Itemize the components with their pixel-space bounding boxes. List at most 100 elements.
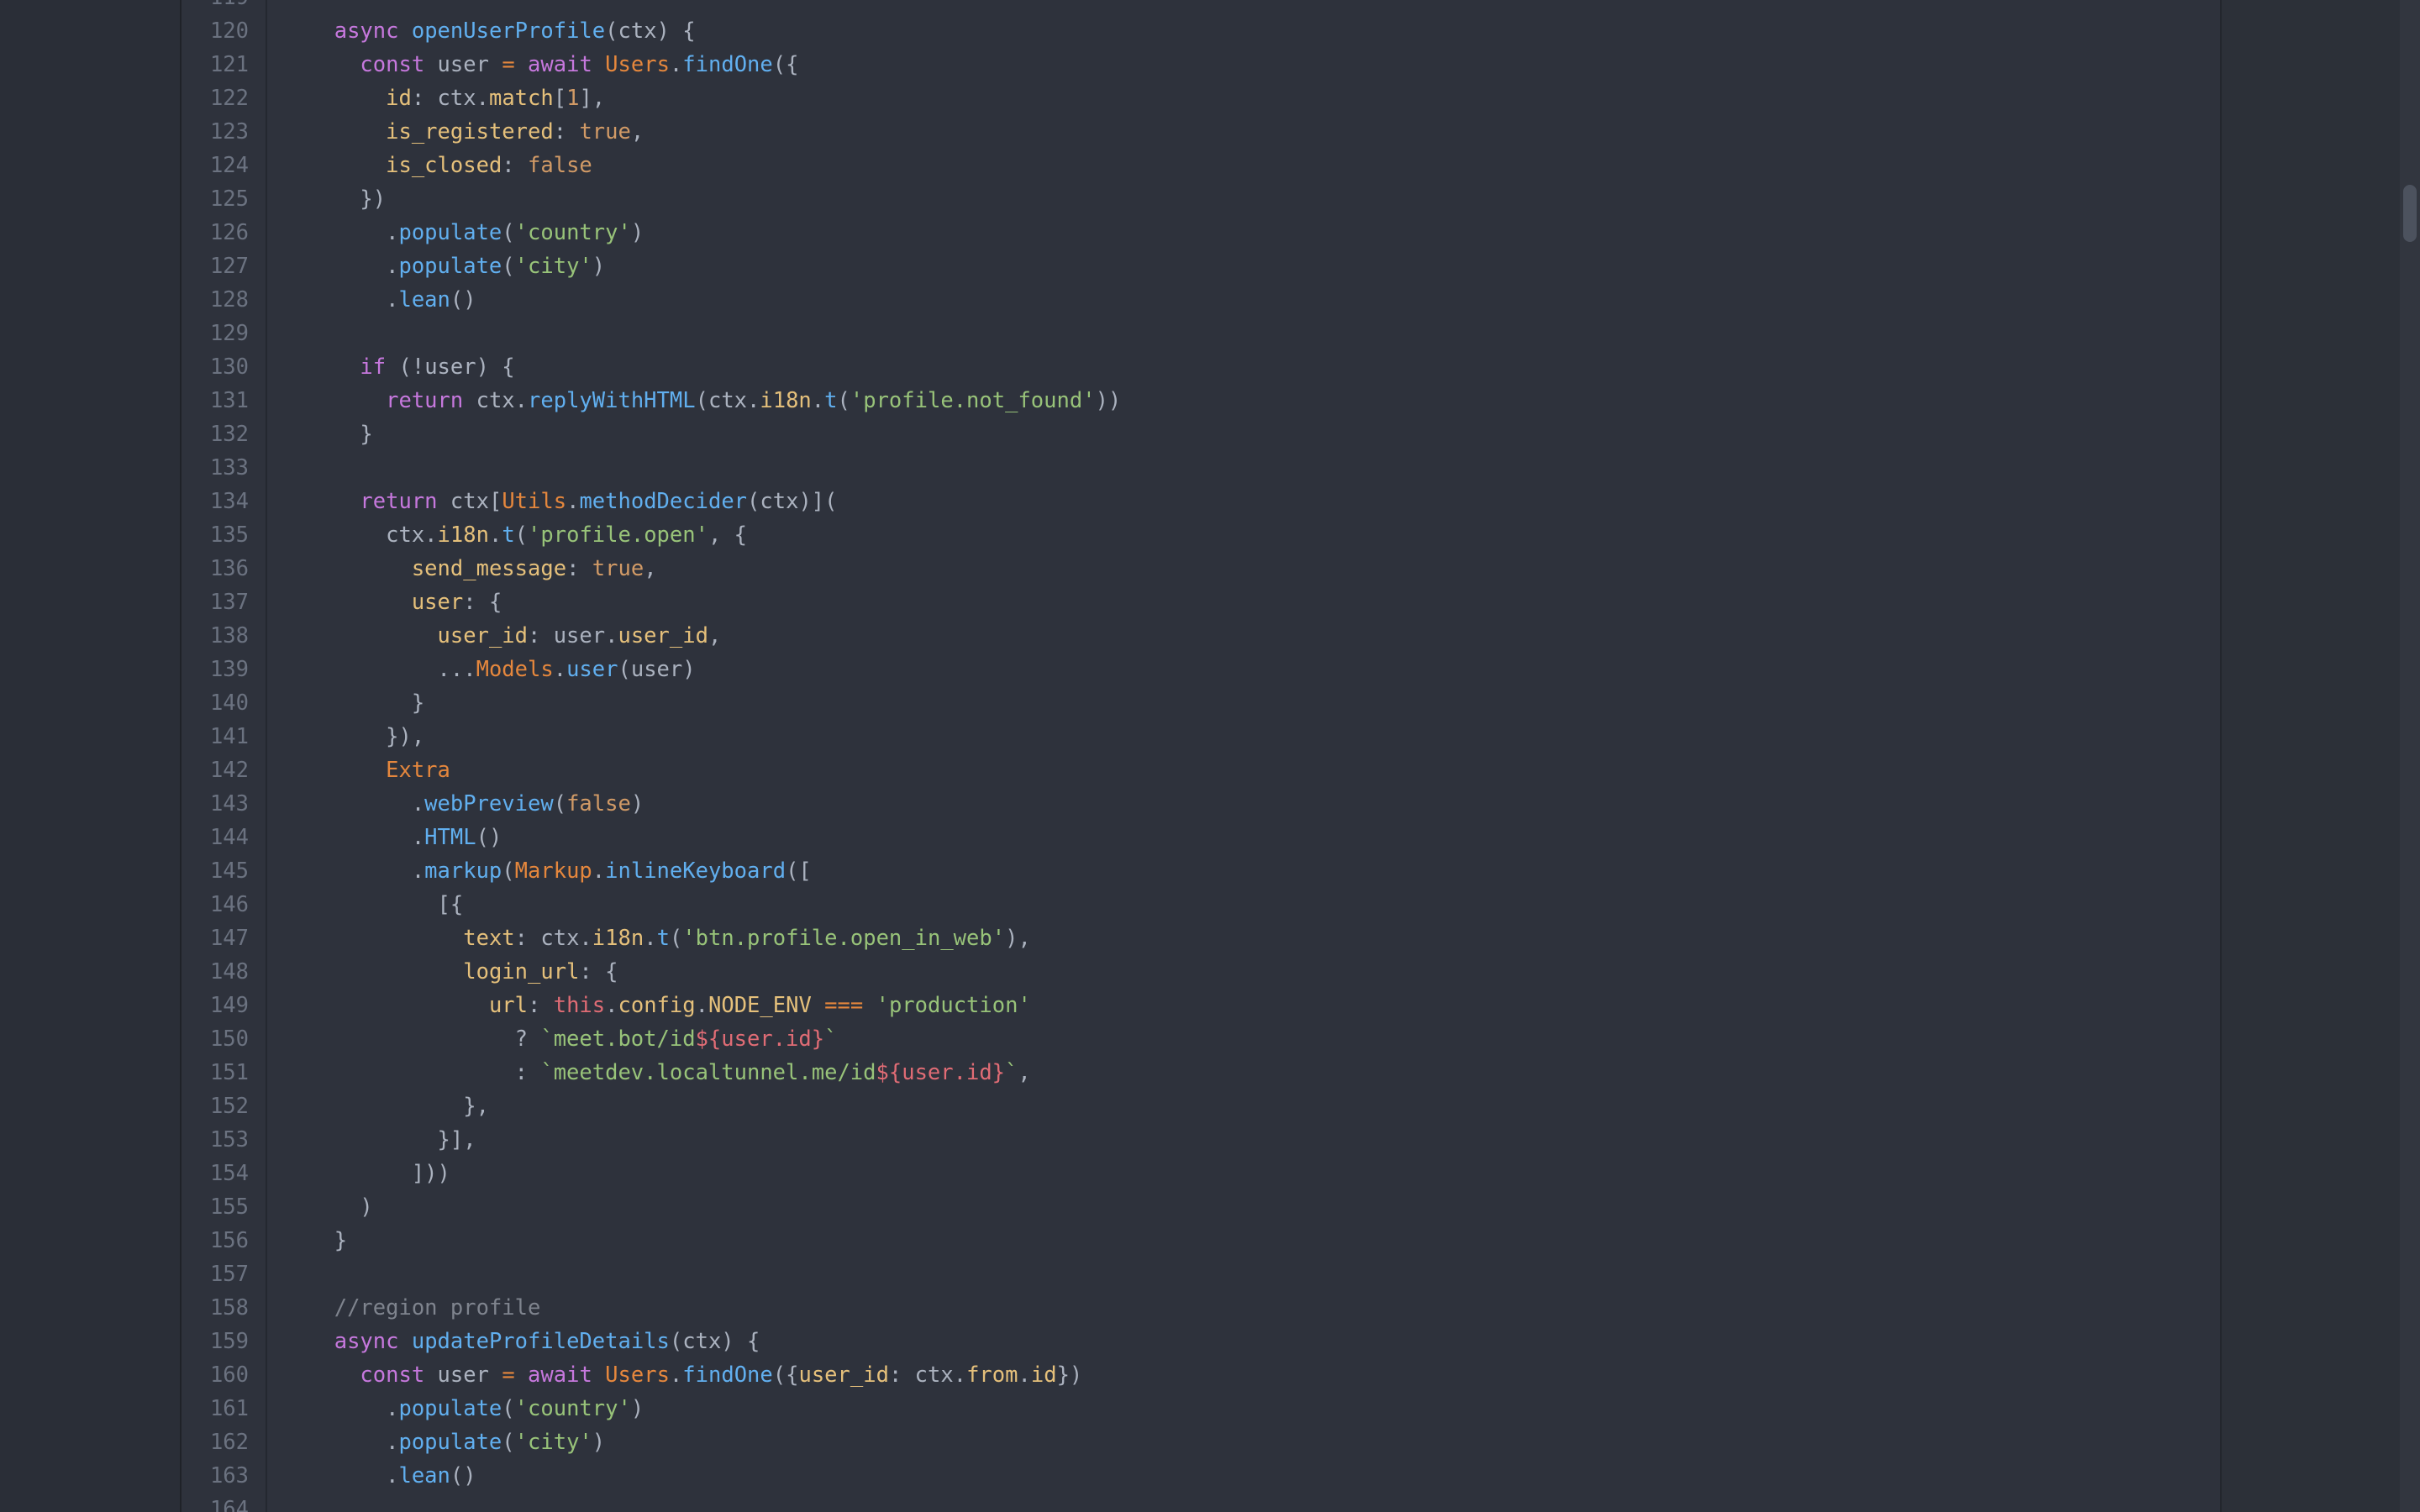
- code-line[interactable]: 137 user: {: [182, 585, 2215, 619]
- line-number: 128: [209, 287, 249, 312]
- code-token: lean: [398, 287, 450, 312]
- vertical-scrollbar[interactable]: [2400, 0, 2420, 1512]
- code-line[interactable]: 140 }: [182, 686, 2215, 720]
- code-token: id: [1030, 1362, 1057, 1388]
- code-token: await: [528, 1362, 592, 1388]
- line-number: 161: [209, 1396, 249, 1421]
- code-token: (ctx) {: [605, 18, 696, 44]
- code-line[interactable]: 147 text: ctx.i18n.t('btn.profile.open_i…: [182, 921, 2215, 955]
- code-line[interactable]: 164: [182, 1493, 2215, 1512]
- code-token: return: [360, 489, 438, 514]
- line-code: .populate('country'): [308, 1392, 644, 1425]
- code-line[interactable]: 121 const user = await Users.findOne({: [182, 48, 2215, 81]
- line-code: login_url: {: [308, 955, 618, 989]
- code-line[interactable]: 160 const user = await Users.findOne({us…: [182, 1358, 2215, 1392]
- code-line[interactable]: 141 }),: [182, 720, 2215, 753]
- code-token: `: [824, 1026, 838, 1052]
- code-token: config: [618, 993, 696, 1018]
- code-line[interactable]: 139 ...Models.user(user): [182, 653, 2215, 686]
- code-line[interactable]: 157: [182, 1257, 2215, 1291]
- code-line[interactable]: 144 .HTML(): [182, 821, 2215, 854]
- code-token: false: [528, 153, 592, 178]
- code-line[interactable]: 151 : `meetdev.localtunnel.me/id${user.i…: [182, 1056, 2215, 1089]
- code-token: ({: [772, 1362, 799, 1388]
- code-line[interactable]: 154 ])): [182, 1157, 2215, 1190]
- code-token: ([: [786, 858, 812, 884]
- code-line[interactable]: 143 .webPreview(false): [182, 787, 2215, 821]
- code-line[interactable]: 134 return ctx[Utils.methodDecider(ctx)]…: [182, 485, 2215, 518]
- code-line[interactable]: 148 login_url: {: [182, 955, 2215, 989]
- code-line[interactable]: 153 }],: [182, 1123, 2215, 1157]
- line-number: 140: [209, 690, 249, 716]
- code-line[interactable]: 158 //region profile: [182, 1291, 2215, 1325]
- line-code: : `meetdev.localtunnel.me/id${user.id}`,: [308, 1056, 1031, 1089]
- code-line[interactable]: 155 ): [182, 1190, 2215, 1224]
- code-line[interactable]: 123 is_registered: true,: [182, 115, 2215, 149]
- line-number: 147: [209, 926, 249, 951]
- line-code: if (!user) {: [308, 350, 514, 384]
- code-line[interactable]: 138 user_id: user.user_id,: [182, 619, 2215, 653]
- code-line[interactable]: 156 }: [182, 1224, 2215, 1257]
- code-line[interactable]: 122 id: ctx.match[1],: [182, 81, 2215, 115]
- scrollbar-thumb[interactable]: [2403, 185, 2417, 242]
- code-token: from: [966, 1362, 1018, 1388]
- code-token: (: [553, 791, 567, 816]
- code-token: },: [308, 1094, 489, 1119]
- code-line[interactable]: 124 is_closed: false: [182, 149, 2215, 182]
- line-number: 123: [209, 119, 249, 144]
- code-line[interactable]: 163 .lean(): [182, 1459, 2215, 1493]
- code-token: (: [502, 254, 515, 279]
- line-code: return ctx.replyWithHTML(ctx.i18n.t('pro…: [308, 384, 1121, 417]
- line-number: 122: [209, 86, 249, 111]
- code-token: (: [502, 858, 515, 884]
- code-token: .: [308, 825, 425, 850]
- code-line[interactable]: 120 async openUserProfile(ctx) {: [182, 14, 2215, 48]
- code-line[interactable]: 127 .populate('city'): [182, 249, 2215, 283]
- code-line[interactable]: 159 async updateProfileDetails(ctx) {: [182, 1325, 2215, 1358]
- code-token: :: [528, 993, 554, 1018]
- line-code: //region profile: [308, 1291, 541, 1325]
- code-line[interactable]: 125 }): [182, 182, 2215, 216]
- code-line[interactable]: 142 Extra: [182, 753, 2215, 787]
- line-code: }: [308, 1224, 347, 1257]
- line-number: 119: [182, 0, 249, 14]
- code-line[interactable]: 152 },: [182, 1089, 2215, 1123]
- code-line[interactable]: 119: [182, 0, 2215, 14]
- line-code: .HTML(): [308, 821, 502, 854]
- line-number: 121: [209, 52, 249, 77]
- code-line[interactable]: 161 .populate('country'): [182, 1392, 2215, 1425]
- code-token: Utils: [502, 489, 567, 514]
- code-token: .: [308, 1463, 399, 1488]
- code-line[interactable]: 131 return ctx.replyWithHTML(ctx.i18n.t(…: [182, 384, 2215, 417]
- code-line[interactable]: 132 }: [182, 417, 2215, 451]
- code-token: .: [695, 993, 708, 1018]
- code-line[interactable]: 135 ctx.i18n.t('profile.open', {: [182, 518, 2215, 552]
- code-line[interactable]: 136 send_message: true,: [182, 552, 2215, 585]
- line-number: 130: [209, 354, 249, 380]
- line-code: .lean(): [308, 283, 476, 317]
- code-line[interactable]: 150 ? `meet.bot/id${user.id}`: [182, 1022, 2215, 1056]
- code-line[interactable]: 128 .lean(): [182, 283, 2215, 317]
- code-token: .: [308, 1430, 399, 1455]
- line-number: 163: [209, 1463, 249, 1488]
- code-token: user_id: [618, 623, 708, 648]
- code-token: : ctx.: [888, 1362, 967, 1388]
- line-code: send_message: true,: [308, 552, 657, 585]
- code-line[interactable]: 133: [182, 451, 2215, 485]
- code-token: }): [308, 186, 387, 212]
- code-token: ctx.: [463, 388, 529, 413]
- code-line[interactable]: 129: [182, 317, 2215, 350]
- code-line[interactable]: 126 .populate('country'): [182, 216, 2215, 249]
- code-line[interactable]: 162 .populate('city'): [182, 1425, 2215, 1459]
- code-line[interactable]: 145 .markup(Markup.inlineKeyboard([: [182, 854, 2215, 888]
- code-line[interactable]: 130 if (!user) {: [182, 350, 2215, 384]
- code-token: [{: [308, 892, 464, 917]
- line-code: ])): [308, 1157, 450, 1190]
- code-line[interactable]: 149 url: this.config.NODE_ENV === 'produ…: [182, 989, 2215, 1022]
- code-line[interactable]: 146 [{: [182, 888, 2215, 921]
